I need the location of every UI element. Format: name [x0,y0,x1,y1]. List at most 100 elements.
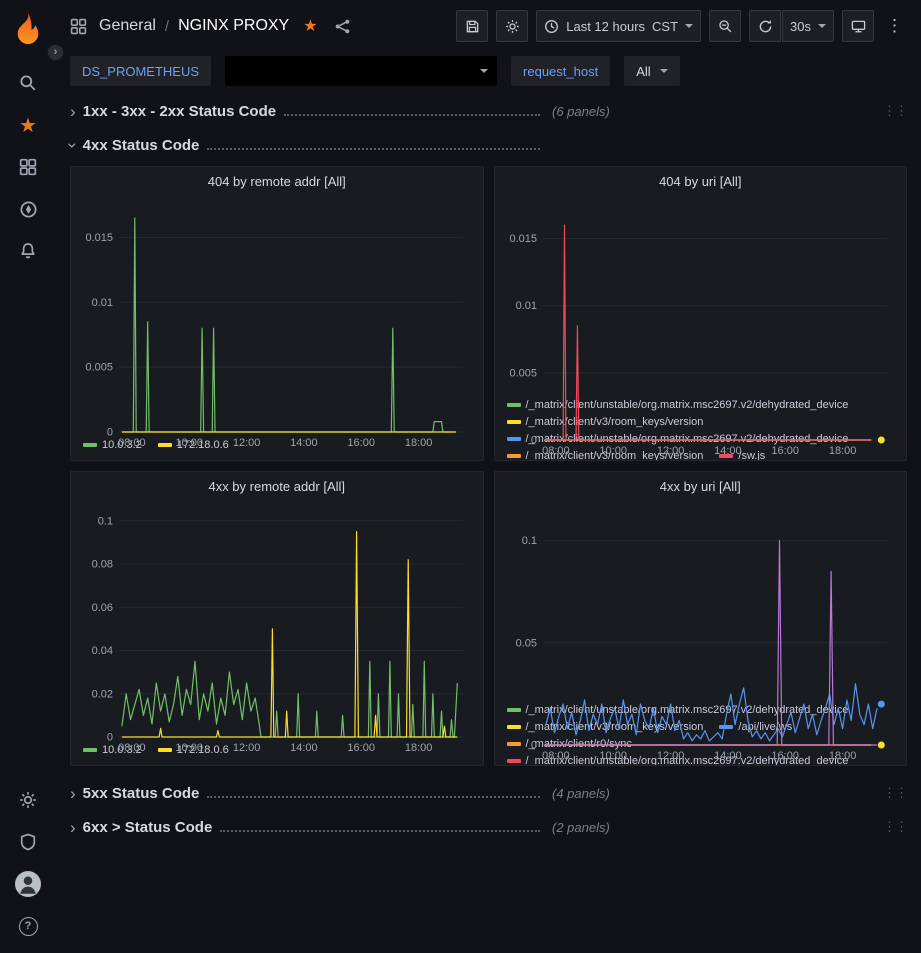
dotted-leader [284,114,540,116]
sidebar-item-dashboards[interactable] [6,146,50,188]
refresh-button[interactable] [749,10,781,42]
variable-ds-prometheus-label[interactable]: DS_PROMETHEUS [70,56,211,86]
sidebar-item-explore[interactable] [6,188,50,230]
refresh-interval-dropdown[interactable]: 30s [782,10,834,42]
chart-plot[interactable]: 00.0050.010.01508:0010:0012:0014:0016:00… [77,195,477,436]
save-icon [465,19,480,34]
row-head: › 1xx - 3xx - 2xx Status Code [70,103,548,120]
gear-icon [19,791,37,809]
svg-text:16:00: 16:00 [347,742,375,754]
chart-plot[interactable]: 00.0050.010.01508:0010:0012:0014:0016:00… [501,195,901,396]
svg-text:0.005: 0.005 [509,367,537,379]
svg-text:10:00: 10:00 [599,750,627,762]
chevron-right-icon: › [70,819,76,836]
svg-text:08:00: 08:00 [118,437,146,449]
star-icon: ★ [19,113,37,138]
variable-ds-prometheus-dropdown[interactable] [225,56,497,86]
sidebar-expand-button[interactable]: › [47,44,64,61]
chart-plot[interactable]: 00.020.040.060.080.108:0010:0012:0014:00… [77,500,477,741]
sidebar-item-alerting[interactable] [6,230,50,272]
favorite-star-icon[interactable]: ★ [303,16,317,36]
svg-text:0.005: 0.005 [85,362,113,374]
row-title: 4xx Status Code [83,137,200,154]
svg-text:08:00: 08:00 [542,750,570,762]
chevron-right-icon: › [70,785,76,802]
compass-icon [19,200,38,219]
sidebar-item-help[interactable]: ? [6,905,50,947]
svg-text:08:00: 08:00 [542,445,570,457]
svg-text:16:00: 16:00 [771,750,799,762]
svg-text:14:00: 14:00 [714,750,742,762]
row-5xx-status-code[interactable]: › 5xx Status Code (4 panels) ⋮⋮ [70,780,907,806]
row-1xx-3xx-2xx-status-code[interactable]: › 1xx - 3xx - 2xx Status Code (6 panels)… [70,98,907,124]
sidebar-item-search[interactable] [6,62,50,104]
svg-text:0.015: 0.015 [509,233,537,245]
row-head: › 6xx > Status Code [70,819,548,836]
panel-title[interactable]: 4xx by uri [All] [495,472,907,500]
row-drag-handle-icon[interactable]: ⋮⋮ [883,103,907,119]
row-title: 5xx Status Code [83,785,200,802]
sidebar-item-profile[interactable] [6,863,50,905]
svg-text:16:00: 16:00 [347,437,375,449]
row-drag-handle-icon[interactable]: ⋮⋮ [883,785,907,801]
chart-plot[interactable]: 00.050.108:0010:0012:0014:0016:0018:00 [501,500,901,701]
svg-text:14:00: 14:00 [714,445,742,457]
kebab-menu-button[interactable]: ⋮ [882,16,907,36]
tv-mode-button[interactable] [842,10,874,42]
svg-text:0.01: 0.01 [515,300,536,312]
refresh-interval-label: 30s [790,19,811,34]
grafana-logo[interactable] [6,6,50,52]
monitor-icon [851,19,866,34]
header-toolbar: Last 12 hours CST 30s [456,10,907,42]
clock-icon [544,19,559,34]
panel-title[interactable]: 404 by remote addr [All] [71,167,483,195]
row-title: 6xx > Status Code [83,819,213,836]
svg-text:12:00: 12:00 [656,750,684,762]
svg-text:10:00: 10:00 [599,445,627,457]
dashboard-content: › 1xx - 3xx - 2xx Status Code (6 panels)… [70,90,907,848]
dashboard-header: General / NGINX PROXY ★ [56,0,921,52]
save-dashboard-button[interactable] [456,10,488,42]
time-range-picker[interactable]: Last 12 hours CST [536,10,701,42]
svg-text:08:00: 08:00 [118,742,146,754]
row-head: › 4xx Status Code [70,137,548,154]
search-icon [19,74,37,92]
chevron-right-icon: › [70,103,76,120]
variable-request-host-value: All [636,64,650,79]
svg-text:14:00: 14:00 [290,437,318,449]
svg-text:16:00: 16:00 [771,445,799,457]
row-4xx-status-code[interactable]: › 4xx Status Code [70,132,907,158]
chart-svg: 00.0050.010.01508:0010:0012:0014:0016:00… [501,195,901,458]
variable-request-host-label[interactable]: request_host [511,56,610,86]
zoom-out-button[interactable] [709,10,741,42]
row-drag-handle-icon[interactable]: ⋮⋮ [883,819,907,835]
svg-text:12:00: 12:00 [233,742,261,754]
chevron-down-icon [685,24,693,28]
sidebar-item-configuration[interactable] [6,779,50,821]
svg-text:12:00: 12:00 [656,445,684,457]
svg-text:18:00: 18:00 [828,750,856,762]
zoom-out-icon [718,19,733,34]
dotted-leader [207,796,540,798]
panel-title[interactable]: 404 by uri [All] [495,167,907,195]
bell-icon [19,242,37,260]
svg-text:0.08: 0.08 [92,559,113,571]
row-6xx-status-code[interactable]: › 6xx > Status Code (2 panels) ⋮⋮ [70,814,907,840]
variable-request-host-dropdown[interactable]: All [624,56,679,86]
dotted-leader [220,830,540,832]
svg-text:0.05: 0.05 [515,637,536,649]
share-icon[interactable] [334,18,351,35]
panel-title[interactable]: 4xx by remote addr [All] [71,472,483,500]
dashboard-title[interactable]: NGINX PROXY [178,17,289,35]
chart-svg: 00.050.108:0010:0012:0014:0016:0018:00 [501,500,901,763]
dashboard-settings-button[interactable] [496,10,528,42]
sidebar-item-starred[interactable]: ★ [6,104,50,146]
sidebar-item-server-admin[interactable] [6,821,50,863]
svg-text:18:00: 18:00 [405,437,433,449]
row-panel-count: (4 panels) [552,786,610,801]
shield-icon [19,833,37,851]
breadcrumb-folder[interactable]: General [99,17,156,35]
svg-text:0: 0 [107,427,113,439]
apps-grid-icon [70,18,87,35]
panel-404-by-remote-addr: 404 by remote addr [All] 00.0050.010.015… [70,166,484,461]
